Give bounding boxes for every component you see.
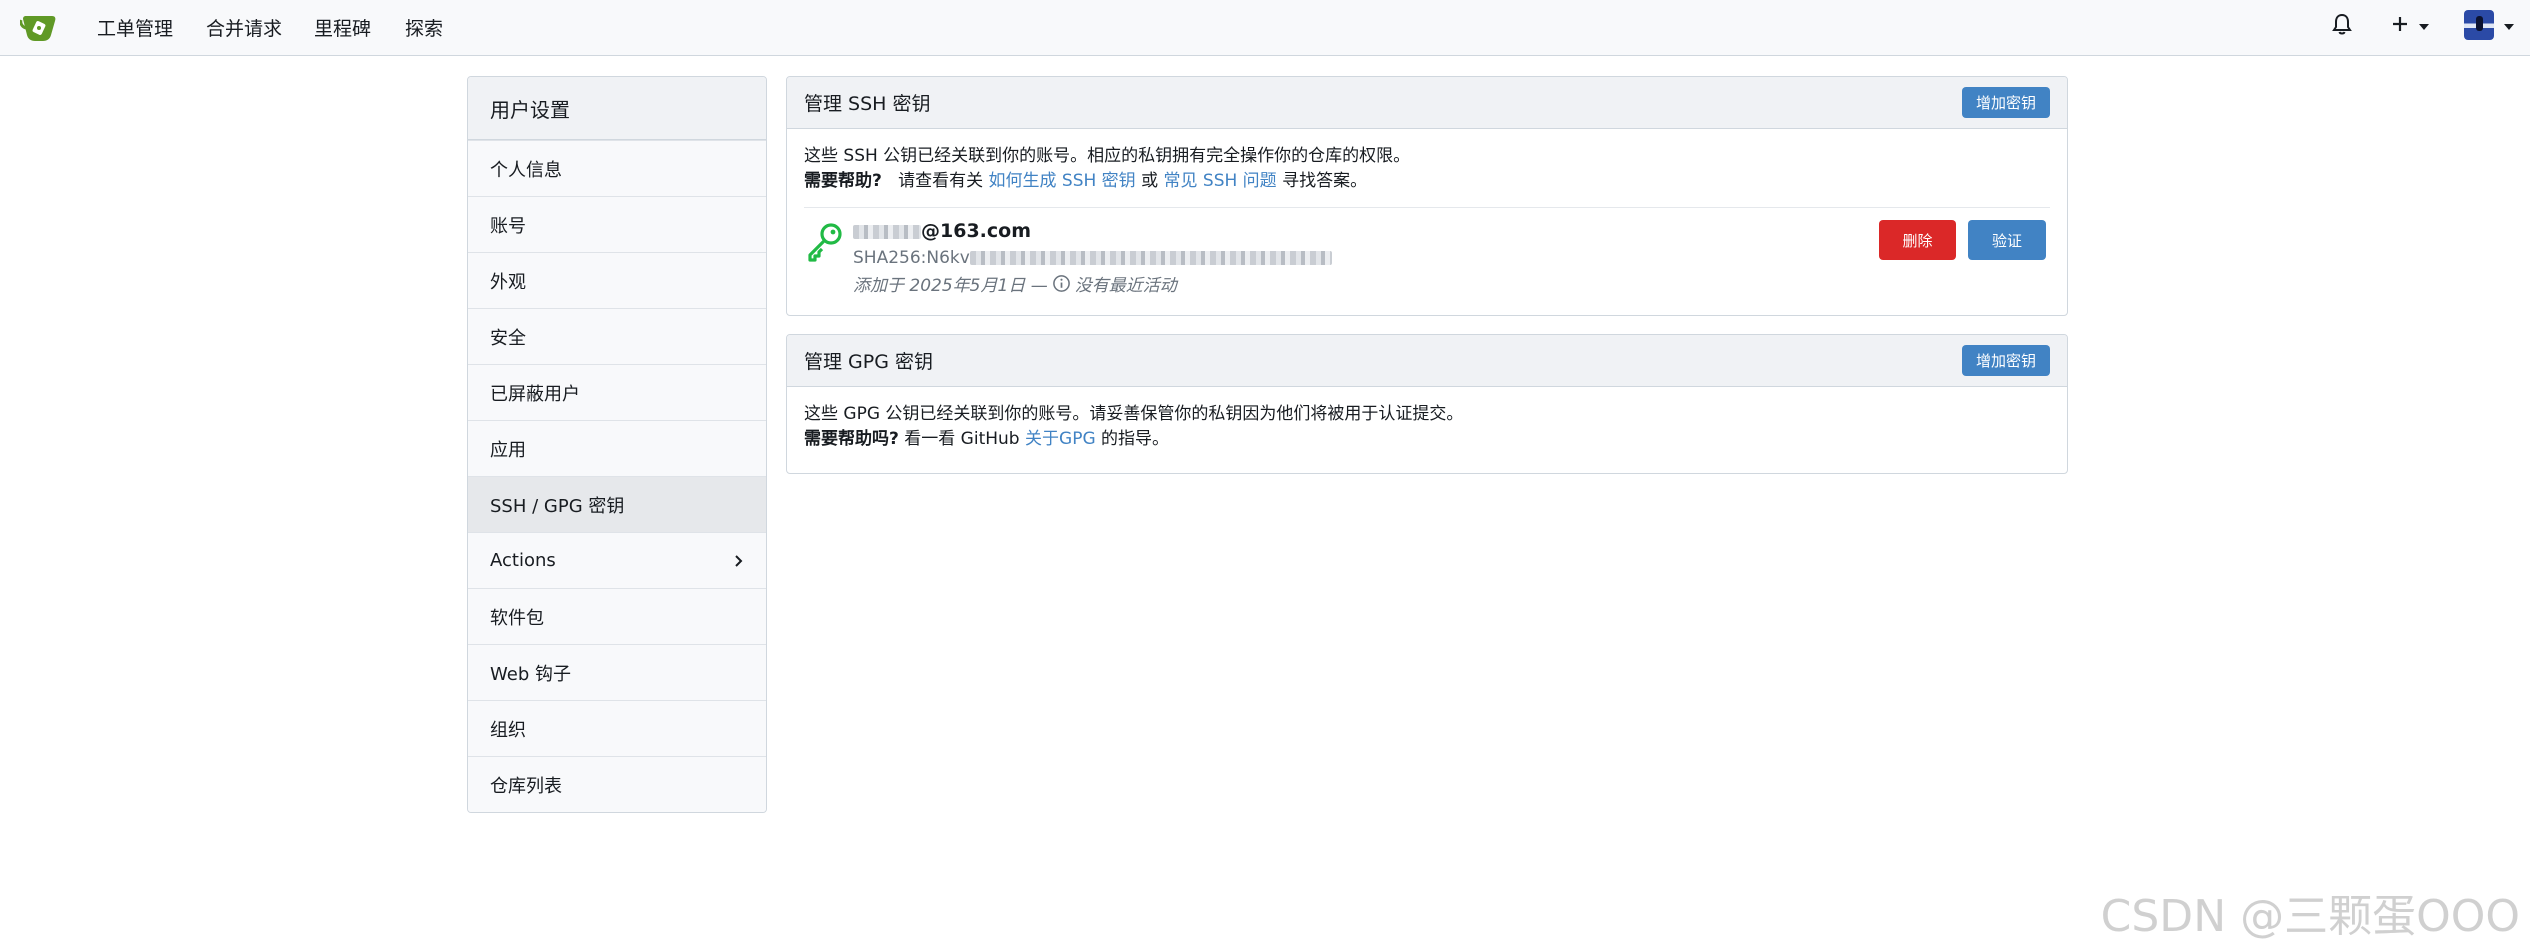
ssh-key-actions: 删除 验证 xyxy=(1879,220,2046,260)
ssh-faq-link[interactable]: 常见 SSH 问题 xyxy=(1164,171,1277,191)
top-navbar: 工单管理 合并请求 里程碑 探索 xyxy=(0,0,2530,56)
sidebar-item-repositories[interactable]: 仓库列表 xyxy=(468,756,766,812)
sidebar-item-label: 组织 xyxy=(490,719,526,741)
ssh-key-fingerprint-prefix: SHA256:N6kv xyxy=(853,248,970,268)
sidebar-item-security[interactable]: 安全 xyxy=(468,308,766,364)
ssh-help-line: 需要帮助? 请查看有关 如何生成 SSH 密钥 或 常见 SSH 问题 寻找答案… xyxy=(804,169,2050,194)
ssh-panel-title: 管理 SSH 密钥 xyxy=(804,93,931,115)
sidebar-item-blocked-users[interactable]: 已屏蔽用户 xyxy=(468,364,766,420)
redacted-email-prefix xyxy=(853,224,921,239)
ssh-key-item: @163.com SHA256:N6kv 添加于 2025年5月1日 — 没有最… xyxy=(804,207,2050,297)
gpg-panel-header: 管理 GPG 密钥 增加密钥 xyxy=(787,335,2067,387)
sidebar-item-label: 安全 xyxy=(490,327,526,349)
ssh-help-or: 或 xyxy=(1141,171,1159,191)
info-icon xyxy=(1052,275,1070,292)
ssh-help-suffix: 寻找答案。 xyxy=(1282,171,1368,191)
sidebar-item-label: 已屏蔽用户 xyxy=(490,383,580,405)
gpg-guide-link[interactable]: 关于GPG xyxy=(1025,429,1096,449)
ssh-key-added-date: 添加于 2025年5月1日 — xyxy=(853,276,1048,296)
ssh-key-meta: 添加于 2025年5月1日 — 没有最近活动 xyxy=(853,271,1177,296)
sidebar-item-label: 账号 xyxy=(490,215,526,237)
sidebar-item-organizations[interactable]: 组织 xyxy=(468,700,766,756)
delete-key-button[interactable]: 删除 xyxy=(1879,220,1956,260)
ssh-generate-guide-link[interactable]: 如何生成 SSH 密钥 xyxy=(989,171,1136,191)
sidebar-item-label: 外观 xyxy=(490,271,526,293)
gpg-help-line: 需要帮助吗? 看一看 GitHub 关于GPG 的指导。 xyxy=(804,427,2050,452)
watermark: CSDN @三颗蛋OOO xyxy=(2100,891,2520,942)
ssh-help-label: 需要帮助? xyxy=(804,171,882,191)
gpg-description: 这些 GPG 公钥已经关联到你的账号。请妥善保管你的私钥因为他们将被用于认证提交… xyxy=(804,404,1464,424)
sidebar-item-profile[interactable]: 个人信息 xyxy=(468,140,766,196)
ssh-key-activity: 没有最近活动 xyxy=(1074,276,1177,296)
key-icon xyxy=(808,223,842,262)
ssh-help-prefix: 请查看有关 xyxy=(898,171,984,191)
sidebar-item-account[interactable]: 账号 xyxy=(468,196,766,252)
settings-sidebar: 用户设置 个人信息 账号 外观 安全 已屏蔽用户 应用 SSH / GPG 密钥… xyxy=(467,76,767,813)
ssh-panel-body: 这些 SSH 公钥已经关联到你的账号。相应的私钥拥有完全操作你的仓库的权限。 需… xyxy=(787,129,2067,297)
redacted-fingerprint xyxy=(969,251,1332,265)
sidebar-item-actions[interactable]: Actions xyxy=(468,532,766,588)
sidebar-item-label: Web 钩子 xyxy=(490,663,571,685)
ssh-panel-header: 管理 SSH 密钥 增加密钥 xyxy=(787,77,2067,129)
nav-issues[interactable]: 工单管理 xyxy=(97,14,173,41)
avatar-dropdown-caret-icon[interactable] xyxy=(2504,24,2514,30)
sidebar-item-label: 应用 xyxy=(490,439,526,461)
gpg-help-prefix: 看一看 GitHub xyxy=(904,429,1020,449)
gpg-panel-body: 这些 GPG 公钥已经关联到你的账号。请妥善保管你的私钥因为他们将被用于认证提交… xyxy=(787,387,2067,452)
ssh-description: 这些 SSH 公钥已经关联到你的账号。相应的私钥拥有完全操作你的仓库的权限。 xyxy=(804,146,1411,166)
sidebar-item-webhooks[interactable]: Web 钩子 xyxy=(468,644,766,700)
ssh-key-email-suffix: @163.com xyxy=(921,220,1031,242)
chevron-right-icon xyxy=(735,554,743,567)
sidebar-item-applications[interactable]: 应用 xyxy=(468,420,766,476)
plus-dropdown-caret-icon[interactable] xyxy=(2419,24,2429,30)
ssh-key-fingerprint: SHA256:N6kv xyxy=(853,248,1332,268)
sidebar-item-label: Actions xyxy=(490,550,556,571)
nav-pull-requests[interactable]: 合并请求 xyxy=(206,14,282,41)
sidebar-header: 用户设置 xyxy=(468,77,766,140)
gpg-help-label: 需要帮助吗? xyxy=(804,429,899,449)
sidebar-item-ssh-gpg-keys[interactable]: SSH / GPG 密钥 xyxy=(468,476,766,532)
avatar[interactable] xyxy=(2464,10,2494,40)
sidebar-item-appearance[interactable]: 外观 xyxy=(468,252,766,308)
add-ssh-key-button[interactable]: 增加密钥 xyxy=(1962,87,2050,118)
verify-key-button[interactable]: 验证 xyxy=(1968,220,2046,260)
sidebar-item-label: SSH / GPG 密钥 xyxy=(490,495,625,517)
gpg-keys-panel: 管理 GPG 密钥 增加密钥 这些 GPG 公钥已经关联到你的账号。请妥善保管你… xyxy=(786,334,2068,474)
nav-milestones[interactable]: 里程碑 xyxy=(314,14,371,41)
gitea-logo-icon[interactable] xyxy=(20,11,58,45)
gpg-help-suffix: 的指导。 xyxy=(1101,429,1170,449)
add-gpg-key-button[interactable]: 增加密钥 xyxy=(1962,345,2050,376)
sidebar-item-label: 仓库列表 xyxy=(490,775,562,797)
ssh-keys-panel: 管理 SSH 密钥 增加密钥 这些 SSH 公钥已经关联到你的账号。相应的私钥拥… xyxy=(786,76,2068,316)
ssh-key-email: @163.com xyxy=(853,220,1031,242)
plus-icon[interactable] xyxy=(2390,14,2410,34)
gpg-panel-title: 管理 GPG 密钥 xyxy=(804,351,933,373)
bell-icon[interactable] xyxy=(2331,12,2353,36)
sidebar-item-label: 软件包 xyxy=(490,607,544,629)
nav-explore[interactable]: 探索 xyxy=(405,14,443,41)
sidebar-item-packages[interactable]: 软件包 xyxy=(468,588,766,644)
sidebar-item-label: 个人信息 xyxy=(490,159,562,181)
